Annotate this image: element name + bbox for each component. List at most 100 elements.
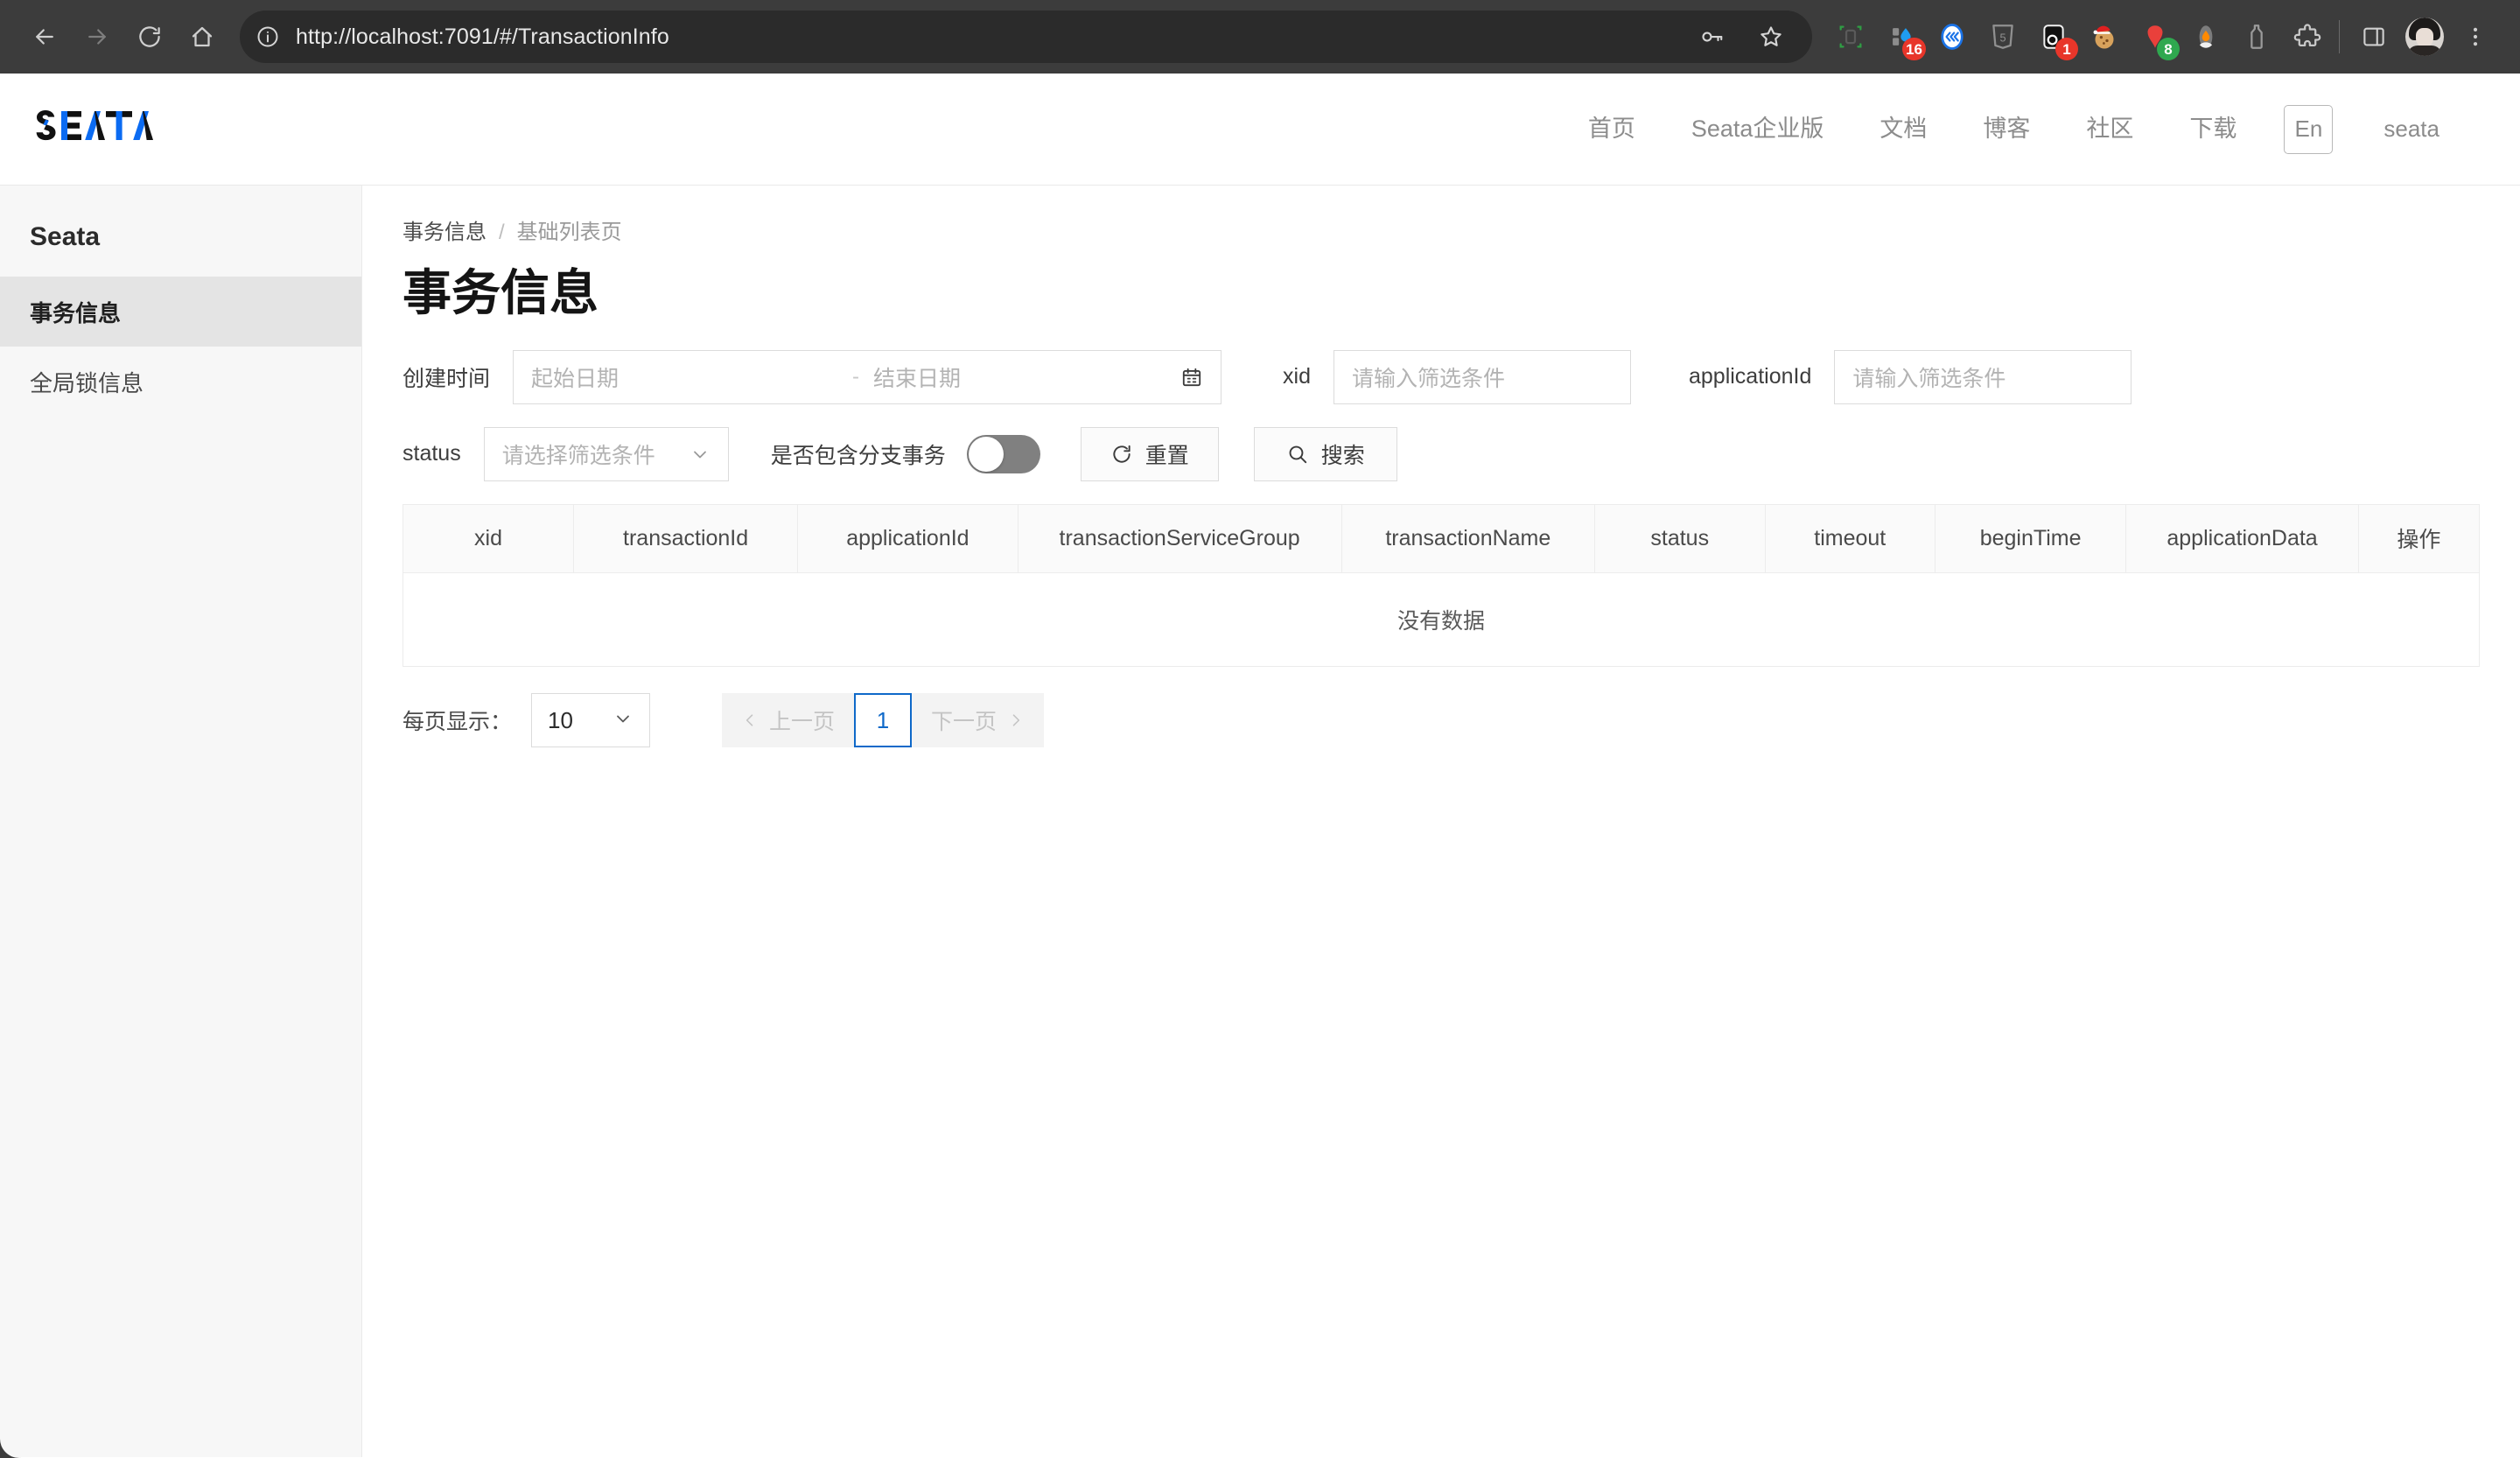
back-icon[interactable]	[19, 11, 70, 62]
nav-item-blog[interactable]: 博客	[1955, 117, 2058, 141]
cookie-santa-extension-icon[interactable]	[2082, 14, 2127, 60]
chrome-menu-icon[interactable]	[2450, 11, 2501, 62]
breadcrumb-separator: /	[499, 221, 505, 244]
omnibox-actions	[1686, 11, 1800, 62]
grammar-extension-badge: 8	[2157, 38, 2180, 60]
user-menu[interactable]: seata	[2347, 116, 2471, 143]
date-start-input[interactable]: 起始日期	[531, 361, 838, 393]
main-content: 事务信息 / 基础列表页 事务信息 创建时间 起始日期 - 结束日期 xid 请…	[362, 186, 2520, 1457]
sidebar: Seata 事务信息 全局锁信息	[0, 186, 362, 1457]
create-time-range-picker[interactable]: 起始日期 - 结束日期	[513, 349, 1222, 404]
address-bar[interactable]: http://localhost:7091/#/TransactionInfo	[240, 11, 1812, 63]
dark-reader-extension-badge: 1	[2055, 38, 2078, 60]
nav-item-enterprise[interactable]: Seata企业版	[1663, 117, 1852, 141]
rewind-extension-icon[interactable]	[1929, 14, 1975, 60]
nav-item-download[interactable]: 下载	[2161, 117, 2264, 141]
page-size-label: 每页显示：	[402, 710, 513, 735]
tab-organizer-extension-icon[interactable]	[1828, 14, 1873, 60]
search-button-label: 搜索	[1320, 443, 1365, 468]
extension-tray: 16 5 1 8	[1828, 14, 2330, 60]
status-select[interactable]: 请选择筛选条件	[483, 426, 729, 481]
sidebar-item-label: 全局锁信息	[30, 369, 144, 396]
xid-input[interactable]: 请输入筛选条件	[1333, 349, 1631, 404]
side-panel-icon[interactable]	[2348, 11, 2399, 62]
reset-button[interactable]: 重置	[1080, 426, 1219, 481]
create-time-label: 创建时间	[402, 366, 491, 391]
sidebar-item-transaction-info[interactable]: 事务信息	[0, 277, 361, 347]
search-icon	[1289, 445, 1306, 463]
column-header-timeout[interactable]: timeout	[1765, 504, 1936, 574]
chevron-right-icon	[1012, 714, 1020, 726]
xid-placeholder: 请输入筛选条件	[1351, 366, 1505, 391]
toggle-knob	[968, 436, 1004, 472]
html5-extension-icon[interactable]: 5	[1980, 14, 2026, 60]
profile-avatar[interactable]	[2399, 11, 2450, 62]
password-key-icon[interactable]	[1686, 11, 1737, 62]
status-label: status	[402, 441, 461, 466]
search-button[interactable]: 搜索	[1253, 426, 1397, 481]
url-text[interactable]: http://localhost:7091/#/TransactionInfo	[289, 25, 1686, 50]
toolbar-divider	[2339, 20, 2340, 53]
seata-logo[interactable]	[26, 103, 208, 156]
nav-item-community[interactable]: 社区	[2058, 117, 2161, 141]
pager-previous-label: 上一页	[769, 710, 836, 735]
column-header-beginTime[interactable]: beginTime	[1935, 504, 2127, 574]
site-nav: 首页 Seata企业版 文档 博客 社区 下载 En seata	[1560, 104, 2471, 154]
pager-page-1[interactable]: 1	[854, 693, 913, 748]
column-header-transactionName[interactable]: transactionName	[1341, 504, 1596, 574]
browser-toolbar: http://localhost:7091/#/TransactionInfo …	[0, 0, 2520, 74]
breadcrumb-current[interactable]: 事务信息	[402, 222, 486, 243]
home-icon[interactable]	[177, 11, 228, 62]
breadcrumb-sub[interactable]: 基础列表页	[517, 222, 622, 243]
column-header-actions[interactable]: 操作	[2358, 504, 2479, 574]
bookmark-star-icon[interactable]	[1746, 11, 1796, 62]
filter-row-2: status 请选择筛选条件 是否包含分支事务 重置 搜索	[402, 426, 2480, 481]
pager-next-button[interactable]: 下一页	[912, 693, 1044, 747]
date-end-input[interactable]: 结束日期	[873, 361, 1180, 393]
page-viewport: 首页 Seata企业版 文档 博客 社区 下载 En seata Seata 事…	[0, 74, 2520, 1458]
language-toggle-button[interactable]: En	[2284, 104, 2334, 154]
sidebar-item-global-lock-info[interactable]: 全局锁信息	[0, 347, 361, 417]
page-size-select[interactable]: 10	[531, 693, 651, 748]
chevron-down-icon	[612, 708, 634, 733]
page-size-value: 10	[548, 706, 573, 733]
xid-label: xid	[1283, 364, 1311, 389]
svg-text:5: 5	[1999, 32, 2006, 45]
calendar-icon[interactable]	[1180, 366, 1203, 389]
droplet-extension-icon[interactable]: 16	[1879, 14, 1926, 60]
nav-item-home[interactable]: 首页	[1560, 117, 1663, 141]
reload-icon[interactable]	[124, 11, 175, 62]
filter-row-1: 创建时间 起始日期 - 结束日期 xid 请输入筛选条件 application…	[402, 349, 2480, 404]
application-id-placeholder: 请输入筛选条件	[1852, 366, 2006, 391]
table-header-row: xid transactionId applicationId transact…	[403, 504, 2479, 574]
table-body: 没有数据	[403, 572, 2479, 668]
sidebar-title: Seata	[30, 222, 101, 251]
droplet-extension-badge: 16	[1902, 38, 1926, 60]
column-header-applicationData[interactable]: applicationData	[2125, 504, 2359, 574]
application-id-input[interactable]: 请输入筛选条件	[1834, 349, 2132, 404]
column-header-transactionId[interactable]: transactionId	[573, 504, 799, 574]
site-info-icon[interactable]	[247, 16, 289, 58]
column-header-status[interactable]: status	[1594, 504, 1766, 574]
bottle-extension-icon[interactable]	[2234, 14, 2279, 60]
column-header-applicationId[interactable]: applicationId	[797, 504, 1018, 574]
status-select-value: 请选择筛选条件	[501, 443, 655, 468]
page-title: 事务信息	[402, 265, 598, 320]
site-header: 首页 Seata企业版 文档 博客 社区 下载 En seata	[0, 74, 2520, 186]
page-body: Seata 事务信息 全局锁信息 事务信息 / 基础列表页 事务信息 创建时间 …	[0, 186, 2520, 1457]
pager-previous-button[interactable]: 上一页	[722, 693, 854, 747]
empty-state-text: 没有数据	[403, 572, 2479, 668]
branch-transaction-toggle[interactable]	[966, 434, 1040, 473]
table-empty-row: 没有数据	[403, 572, 2479, 668]
dark-reader-extension-icon[interactable]: 1	[2031, 14, 2078, 60]
pager: 上一页 1 下一页	[722, 693, 1045, 748]
flame-extension-icon[interactable]	[2183, 14, 2229, 60]
column-header-transactionServiceGroup[interactable]: transactionServiceGroup	[1018, 504, 1342, 574]
date-range-separator: -	[852, 364, 860, 389]
grammar-extension-icon[interactable]: 8	[2132, 14, 2180, 60]
extensions-puzzle-icon[interactable]	[2285, 14, 2330, 60]
column-header-xid[interactable]: xid	[403, 504, 574, 574]
forward-icon[interactable]	[72, 11, 122, 62]
transactions-table: xid transactionId applicationId transact…	[402, 503, 2480, 668]
nav-item-docs[interactable]: 文档	[1852, 117, 1955, 141]
